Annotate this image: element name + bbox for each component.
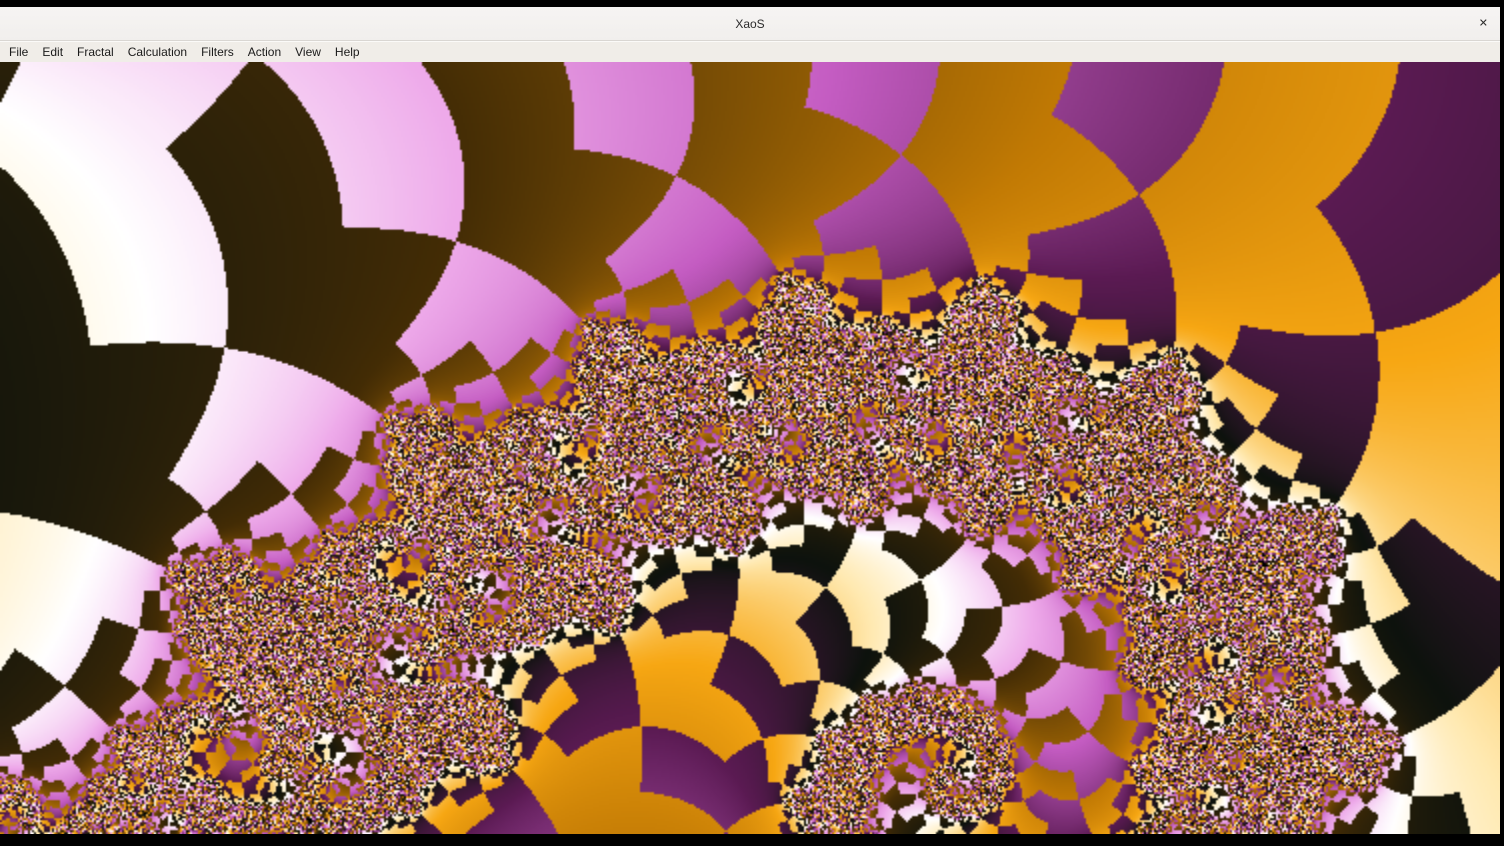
fractal-canvas[interactable] — [0, 62, 1500, 834]
fractal-view — [0, 62, 1500, 834]
window-title: XaoS — [735, 17, 764, 31]
menu-item-fractal[interactable]: Fractal — [70, 43, 121, 61]
desktop: { "window": { "title": "XaoS", "close_la… — [0, 0, 1504, 846]
xaos-window: XaoS ✕ FileEditFractalCalculationFilters… — [0, 7, 1500, 834]
menu-item-edit[interactable]: Edit — [35, 43, 70, 61]
menu-item-help[interactable]: Help — [328, 43, 367, 61]
menu-item-calculation[interactable]: Calculation — [121, 43, 194, 61]
menu-item-file[interactable]: File — [2, 43, 35, 61]
menu-item-action[interactable]: Action — [241, 43, 288, 61]
close-icon[interactable]: ✕ — [1476, 16, 1491, 31]
menu-item-filters[interactable]: Filters — [194, 43, 241, 61]
title-bar[interactable]: XaoS ✕ — [0, 7, 1500, 41]
menu-bar: FileEditFractalCalculationFiltersActionV… — [0, 41, 1500, 62]
menu-item-view[interactable]: View — [288, 43, 328, 61]
